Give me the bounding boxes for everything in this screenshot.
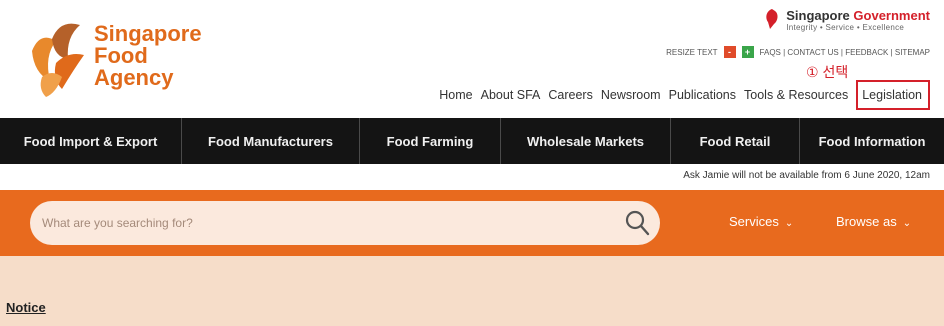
government-title: Singapore Government: [786, 8, 930, 23]
government-title-singapore: Singapore: [786, 8, 850, 23]
resize-text-label: RESIZE TEXT: [666, 47, 718, 57]
logo-line-3: Agency: [94, 65, 174, 90]
search-icon[interactable]: [624, 209, 650, 237]
chevron-down-icon: ⌄: [902, 218, 912, 229]
content-area: [0, 256, 944, 326]
logo-line-1: Singapore: [94, 21, 202, 46]
nav-careers[interactable]: Careers: [548, 88, 592, 102]
site-header: Singapore Food Agency Singapore Governme…: [0, 0, 944, 115]
logo-line-2: Food: [94, 43, 148, 68]
decrease-text-button[interactable]: -: [723, 46, 736, 58]
sfa-logo[interactable]: Singapore Food Agency: [22, 6, 222, 106]
singapore-government-badge[interactable]: Singapore Government Integrity • Service…: [764, 8, 930, 32]
search-box: [30, 201, 660, 245]
category-food-information[interactable]: Food Information: [800, 118, 944, 164]
browse-as-dropdown[interactable]: Browse as ⌄: [836, 214, 911, 229]
increase-text-button[interactable]: +: [741, 46, 754, 58]
nav-legislation[interactable]: Legislation: [856, 80, 930, 110]
browse-as-label: Browse as: [836, 214, 897, 229]
category-food-retail[interactable]: Food Retail: [671, 118, 800, 164]
nav-publications[interactable]: Publications: [669, 88, 736, 102]
ask-jamie-notice: Ask Jamie will not be available from 6 J…: [683, 170, 930, 181]
government-title-government: Government: [853, 8, 930, 23]
sfa-wordmark: Singapore Food Agency: [94, 23, 202, 89]
search-input[interactable]: [42, 216, 602, 230]
notice-heading: Notice: [6, 300, 46, 315]
category-bar: Food Import & Export Food Manufacturers …: [0, 118, 944, 164]
utility-bar: RESIZE TEXT - + FAQS | CONTACT US | FEED…: [666, 46, 930, 58]
sitemap-link[interactable]: SITEMAP: [895, 48, 930, 57]
category-food-farming[interactable]: Food Farming: [360, 118, 501, 164]
sfa-leaf-logo-icon: [32, 23, 84, 97]
lion-head-icon: [766, 9, 778, 29]
nav-home[interactable]: Home: [439, 88, 472, 102]
faqs-link[interactable]: FAQS: [760, 48, 781, 57]
nav-newsroom[interactable]: Newsroom: [601, 88, 661, 102]
search-band: Services ⌄ Browse as ⌄: [0, 190, 944, 256]
contact-us-link[interactable]: CONTACT US: [787, 48, 838, 57]
category-food-manufacturers[interactable]: Food Manufacturers: [182, 118, 360, 164]
category-wholesale-markets[interactable]: Wholesale Markets: [501, 118, 671, 164]
government-motto: Integrity • Service • Excellence: [786, 23, 905, 32]
select-annotation: ① 선택: [806, 64, 849, 80]
nav-about-sfa[interactable]: About SFA: [481, 88, 541, 102]
utility-links: FAQS | CONTACT US | FEEDBACK | SITEMAP: [759, 47, 930, 57]
category-food-import-export[interactable]: Food Import & Export: [0, 118, 182, 164]
nav-tools-resources[interactable]: Tools & Resources: [744, 88, 848, 102]
services-dropdown[interactable]: Services ⌄: [729, 214, 793, 229]
services-label: Services: [729, 214, 779, 229]
chevron-down-icon: ⌄: [784, 218, 794, 229]
feedback-link[interactable]: FEEDBACK: [845, 48, 888, 57]
top-navigation: Home About SFA Careers Newsroom Publicat…: [439, 80, 930, 110]
